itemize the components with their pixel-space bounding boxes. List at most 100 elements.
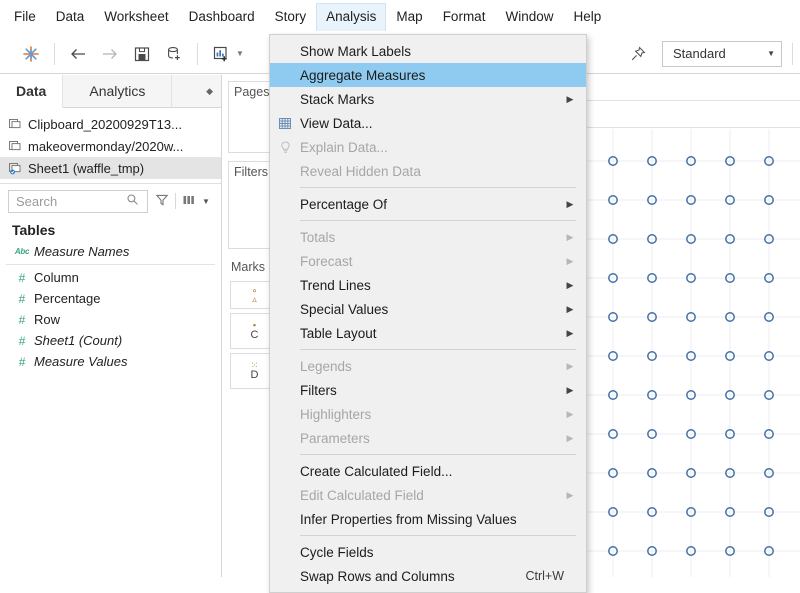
filter-icon[interactable]	[152, 193, 172, 210]
menu-item-cycle-fields[interactable]: Cycle Fields	[270, 540, 586, 564]
field-percentage[interactable]: # Percentage	[0, 288, 221, 309]
data-source-item[interactable]: Clipboard_20200929T13...	[0, 113, 221, 135]
menu-item-forecast: Forecast ▶	[270, 249, 586, 273]
menubar-item-label: Help	[573, 9, 602, 24]
submenu-arrow-icon: ▶	[566, 255, 574, 266]
tab-analytics[interactable]: Analytics	[63, 75, 173, 107]
menu-item-label: Create Calculated Field...	[300, 463, 453, 479]
submenu-arrow-icon: ▶	[566, 432, 574, 443]
toolbar-divider	[792, 42, 793, 65]
menu-item-infer-properties-from-missing-values[interactable]: Infer Properties from Missing Values	[270, 507, 586, 531]
submenu-arrow-icon: ▶	[566, 384, 574, 395]
menu-item-label: Swap Rows and Columns	[300, 568, 455, 584]
new-data-source-icon[interactable]	[158, 40, 190, 68]
menubar-item-help[interactable]: Help	[563, 3, 611, 31]
new-worksheet-caret-icon[interactable]: ▼	[233, 49, 247, 58]
menu-item-label: Edit Calculated Field	[300, 487, 424, 503]
field-row[interactable]: # Row	[0, 309, 221, 330]
mark-type-icon2: ▵	[252, 294, 257, 304]
menu-item-stack-marks[interactable]: Stack Marks ▶	[270, 87, 586, 111]
data-source-item[interactable]: makeovermonday/2020w...	[0, 135, 221, 157]
field-column[interactable]: # Column	[0, 267, 221, 288]
menu-item-percentage-of[interactable]: Percentage Of ▶	[270, 192, 586, 216]
menubar-item-dashboard[interactable]: Dashboard	[179, 3, 265, 31]
data-source-label: makeovermonday/2020w...	[28, 138, 184, 154]
view-options-icon[interactable]	[179, 194, 199, 209]
number-type-icon: #	[18, 270, 26, 285]
tab-data[interactable]: Data	[0, 75, 64, 108]
search-row: Search ▼	[0, 184, 221, 218]
menu-item-label: Parameters	[300, 430, 370, 446]
menu-separator	[300, 220, 576, 221]
pane-tabs: Data Analytics ◆	[0, 75, 221, 108]
menubar-item-data[interactable]: Data	[46, 3, 95, 31]
menubar-item-label: Window	[505, 9, 554, 24]
number-type-icon: #	[18, 312, 26, 327]
menu-separator	[300, 535, 576, 536]
field-label: Column	[34, 270, 79, 285]
analysis-menu[interactable]: Show Mark Labels Aggregate Measures Stack …	[269, 34, 587, 593]
menu-item-create-calculated-field[interactable]: Create Calculated Field...	[270, 459, 586, 483]
menu-item-swap-rows-and-columns[interactable]: Swap Rows and Columns Ctrl+W	[270, 564, 586, 588]
menu-item-aggregate-measures[interactable]: Aggregate Measures	[270, 63, 586, 87]
number-type-icon: #	[18, 291, 26, 306]
menu-item-table-layout[interactable]: Table Layout ▶	[270, 321, 586, 345]
database-icon	[8, 139, 28, 153]
data-source-label: Clipboard_20200929T13...	[28, 116, 182, 132]
menubar-item-window[interactable]: Window	[495, 3, 563, 31]
database-icon	[8, 117, 28, 131]
field-sheet1-count[interactable]: # Sheet1 (Count)	[0, 330, 221, 351]
menubar-item-map[interactable]: Map	[386, 3, 432, 31]
detail-card-label: D	[250, 369, 259, 381]
menu-item-explain-data: Explain Data...	[270, 135, 586, 159]
view-data-grid-icon	[270, 117, 300, 129]
chevron-down-icon[interactable]: ▼	[199, 197, 213, 206]
save-icon[interactable]	[126, 40, 158, 68]
number-type-icon: #	[18, 354, 26, 369]
menu-item-label: Stack Marks	[300, 91, 375, 107]
data-source-item-selected[interactable]: Sheet1 (waffle_tmp)	[0, 157, 221, 179]
menubar-item-file[interactable]: File	[4, 3, 46, 31]
tab-analytics-label: Analytics	[89, 83, 146, 99]
menu-item-highlighters: Highlighters ▶	[270, 402, 586, 426]
menu-item-label: Filters	[300, 382, 337, 398]
menu-item-label: Show Mark Labels	[300, 43, 412, 59]
menu-item-view-data[interactable]: View Data...	[270, 111, 586, 135]
menu-item-special-values[interactable]: Special Values ▶	[270, 297, 586, 321]
menubar-item-worksheet[interactable]: Worksheet	[94, 3, 178, 31]
toolbar-divider	[197, 42, 198, 65]
menu-item-label: Aggregate Measures	[300, 67, 426, 83]
menu-bar: File Data Worksheet Dashboard Story Analysis M…	[0, 0, 800, 34]
pane-options-icon[interactable]: ◆	[172, 75, 221, 107]
search-icon	[122, 193, 142, 209]
menu-item-show-mark-labels[interactable]: Show Mark Labels	[270, 39, 586, 63]
menu-item-legends: Legends ▶	[270, 354, 586, 378]
chevron-down-icon: ▼	[767, 49, 775, 58]
menu-item-trend-lines[interactable]: Trend Lines ▶	[270, 273, 586, 297]
menu-separator	[300, 454, 576, 455]
menubar-item-analysis[interactable]: Analysis	[316, 3, 387, 31]
field-label: Percentage	[34, 291, 101, 306]
menu-item-label: Legends	[300, 358, 352, 374]
field-measure-values[interactable]: # Measure Values	[0, 351, 221, 372]
menubar-item-label: Map	[396, 9, 423, 24]
menu-item-label: Explain Data...	[300, 139, 388, 155]
menubar-item-label: File	[14, 9, 36, 24]
search-input[interactable]: Search	[8, 189, 148, 213]
menu-item-label: Infer Properties from Missing Values	[300, 511, 517, 527]
database-active-icon	[8, 161, 28, 175]
forward-arrow-icon[interactable]	[94, 40, 126, 68]
menubar-item-format[interactable]: Format	[433, 3, 496, 31]
menu-item-label: Table Layout	[300, 325, 377, 341]
field-measure-names[interactable]: Abc Measure Names	[0, 241, 221, 262]
menubar-item-story[interactable]: Story	[265, 3, 317, 31]
back-arrow-icon[interactable]	[62, 40, 94, 68]
tables-section-title: Tables	[12, 222, 56, 238]
data-source-list: Clipboard_20200929T13... makeovermonday/…	[0, 108, 221, 184]
pin-icon[interactable]	[622, 40, 654, 68]
menu-item-label: Highlighters	[300, 406, 372, 422]
data-pane: Data Analytics ◆ Clipboard_20200929T13..…	[0, 75, 222, 577]
fit-size-select[interactable]: Standard ▼	[662, 40, 782, 67]
tableau-logo-icon[interactable]	[15, 40, 47, 68]
menu-item-filters[interactable]: Filters ▶	[270, 378, 586, 402]
